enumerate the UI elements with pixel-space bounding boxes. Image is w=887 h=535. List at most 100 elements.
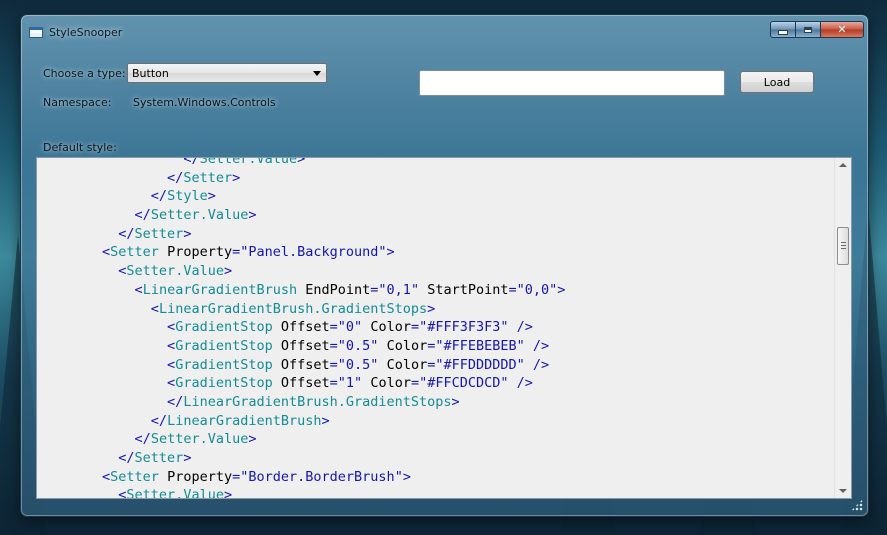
code-token: < — [102, 468, 111, 485]
title-bar[interactable]: StyleSnooper ✕ — [21, 15, 868, 43]
code-token: > — [232, 169, 241, 186]
code-token: > — [183, 225, 192, 242]
code-token: " /> — [500, 319, 533, 336]
code-token: </ — [183, 157, 200, 167]
code-token: </ — [167, 393, 184, 410]
code-token: < — [167, 375, 176, 392]
code-token: Setter — [183, 169, 233, 186]
code-content: </Setter.Value> </Setter> </Style> </Set… — [37, 157, 833, 498]
code-token: " /> — [516, 337, 550, 354]
code-token: LinearGradientBrush — [167, 412, 322, 429]
code-token: Setter — [110, 244, 159, 261]
code-token: " — [354, 375, 363, 392]
code-token: =" — [232, 244, 249, 261]
code-token: GradientStop — [175, 337, 273, 354]
code-token: LinearGradientBrush — [142, 281, 298, 298]
resize-grip-icon[interactable] — [851, 499, 863, 511]
type-label: Choose a type: — [43, 67, 126, 80]
code-line: </LinearGradientBrush> — [37, 412, 833, 431]
type-combobox-value: Button — [132, 67, 169, 80]
code-token: Offset — [272, 375, 330, 392]
code-line: <GradientStop Offset="1" Color="#FFCDCDC… — [37, 374, 833, 393]
code-token: </ — [118, 450, 135, 466]
code-token: =" — [508, 281, 525, 298]
code-token: GradientStop — [175, 356, 273, 373]
code-token: < — [167, 319, 176, 336]
style-xaml-viewer[interactable]: </Setter.Value> </Setter> </Style> </Set… — [36, 157, 852, 499]
code-token: </ — [134, 431, 151, 448]
code-token: Setter.Value — [199, 157, 298, 167]
code-token: #FFEBEBEB — [443, 337, 517, 354]
close-button[interactable]: ✕ — [820, 21, 864, 38]
minimize-icon — [778, 30, 788, 35]
code-token: =" — [329, 319, 346, 336]
code-line: <Setter.Value> — [37, 262, 833, 281]
code-token: < — [167, 356, 176, 373]
code-token: 0 — [345, 319, 355, 336]
maximize-button[interactable] — [795, 21, 821, 38]
minimize-button[interactable] — [770, 21, 796, 38]
code-token: </ — [118, 225, 135, 242]
code-line: <Setter.Value> — [37, 486, 833, 498]
code-token: Setter — [134, 450, 184, 466]
scrollbar-thumb[interactable] — [837, 227, 849, 266]
assembly-path-input[interactable] — [419, 70, 725, 96]
window-app-icon[interactable] — [29, 27, 43, 38]
type-combobox[interactable]: Button — [127, 63, 327, 83]
code-line: <GradientStop Offset="0" Color="#FFF3F3F… — [37, 318, 833, 337]
code-token: 1 — [345, 375, 355, 392]
code-token: =" — [329, 337, 346, 354]
vertical-scrollbar[interactable] — [834, 158, 851, 498]
code-token: =" — [427, 337, 444, 354]
code-token: </ — [167, 169, 184, 186]
code-token: </ — [150, 412, 168, 429]
code-token: < — [150, 300, 159, 317]
code-token: 0.5 — [345, 337, 371, 354]
maximize-icon — [804, 26, 812, 33]
code-token: "> — [549, 281, 566, 298]
code-token: Offset — [272, 319, 330, 336]
code-token: Setter.Value — [126, 263, 224, 280]
code-token: GradientStop — [175, 319, 273, 336]
code-token: #FFDDDDDD — [443, 356, 517, 373]
code-line: </Setter.Value> — [37, 206, 833, 225]
code-line: </Setter.Value> — [37, 430, 833, 449]
code-token: " /> — [516, 356, 550, 373]
code-line: <Setter Property="Border.BorderBrush"> — [37, 468, 833, 487]
code-token: Offset — [272, 356, 330, 373]
load-button[interactable]: Load — [740, 71, 814, 93]
code-token: #FFCDCDCD — [427, 375, 501, 392]
grip-icon — [841, 242, 846, 251]
code-line: </Setter> — [37, 169, 833, 188]
scroll-up-arrow-icon[interactable] — [839, 163, 847, 167]
code-token: > — [248, 207, 257, 224]
code-token: > — [248, 431, 257, 448]
code-token: Color — [362, 375, 411, 392]
code-token: 0.5 — [345, 356, 371, 373]
code-token: > — [183, 450, 192, 466]
code-line: <GradientStop Offset="0.5" Color="#FFEBE… — [37, 337, 833, 356]
code-token: Property — [158, 244, 233, 261]
code-token: " /> — [500, 375, 533, 392]
code-token: Offset — [272, 337, 330, 354]
app-window: StyleSnooper ✕ Choose a type: Button Nam… — [20, 14, 869, 517]
code-token: </ — [134, 207, 151, 224]
scroll-down-arrow-icon[interactable] — [839, 489, 847, 493]
code-line: <LinearGradientBrush.GradientStops> — [37, 300, 833, 319]
namespace-value: System.Windows.Controls — [133, 96, 276, 109]
code-token: LinearGradientBrush.GradientStops — [158, 300, 428, 317]
code-token: Style — [167, 188, 208, 205]
code-line: </Setter> — [37, 225, 833, 244]
code-line: </Style> — [37, 187, 833, 206]
code-token: Border.BorderBrush — [248, 468, 395, 485]
code-token: #FFF3F3F3 — [427, 319, 501, 336]
code-token: 0,0 — [524, 281, 550, 298]
code-token: < — [134, 281, 143, 298]
chevron-down-icon — [313, 71, 321, 76]
code-token: Setter — [134, 225, 184, 242]
close-icon: ✕ — [837, 23, 847, 36]
code-token: LinearGradientBrush.GradientStops — [183, 393, 452, 410]
code-token: Setter.Value — [150, 431, 249, 448]
code-token: Setter.Value — [150, 207, 249, 224]
code-token: 0,1 — [386, 281, 411, 298]
